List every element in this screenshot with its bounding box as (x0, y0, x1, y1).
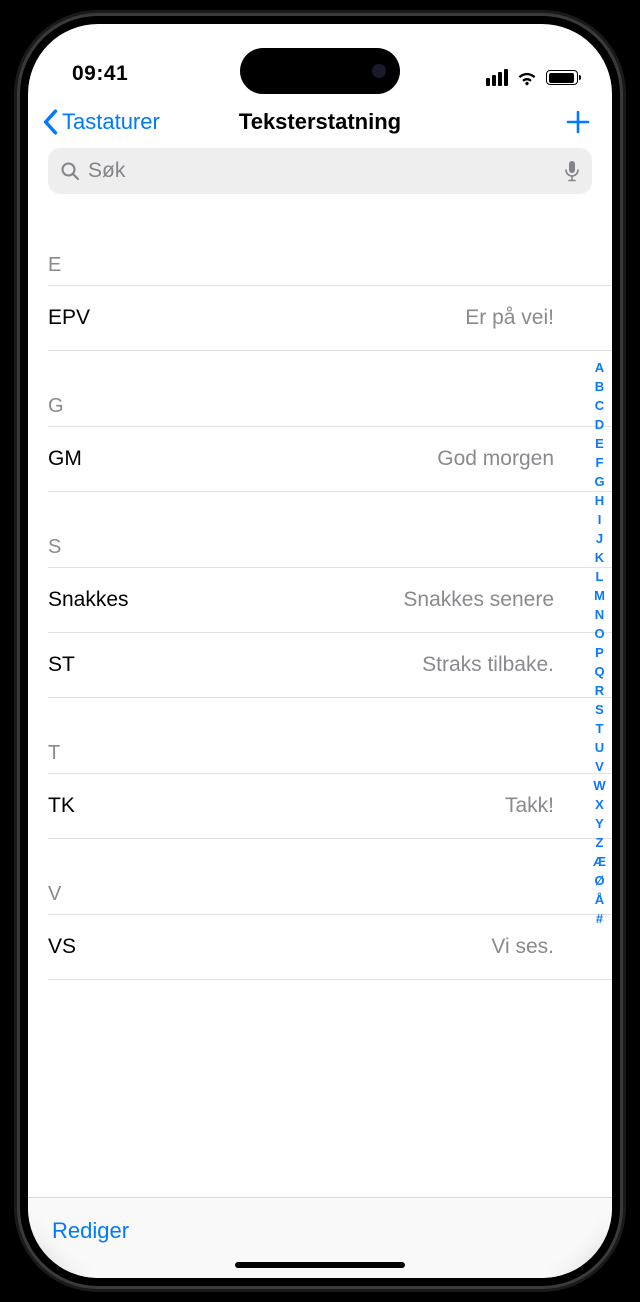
dynamic-island (240, 48, 400, 94)
section-header: G (48, 351, 612, 427)
edit-button[interactable]: Rediger (52, 1218, 129, 1243)
index-letter[interactable]: R (595, 681, 604, 700)
phrase-text: Er på vei! (465, 306, 554, 330)
phrase-text: Snakkes senere (403, 588, 554, 612)
content: EEPVEr på vei!GGMGod morgenSSnakkesSnakk… (28, 198, 612, 1197)
index-letter[interactable]: N (595, 605, 604, 624)
chevron-left-icon (42, 109, 58, 135)
status-time: 09:41 (72, 62, 128, 86)
dictate-button[interactable] (564, 160, 580, 182)
list-item[interactable]: VS Vi ses. (48, 915, 612, 980)
section-header: V (48, 839, 612, 915)
plus-icon (564, 108, 592, 136)
index-letter[interactable]: I (598, 510, 602, 529)
index-letter[interactable]: D (595, 415, 604, 434)
index-letter[interactable]: Q (594, 662, 604, 681)
home-indicator[interactable] (235, 1262, 405, 1268)
list-item[interactable]: TK Takk! (48, 774, 612, 839)
search-icon (60, 161, 80, 181)
index-letter[interactable]: T (596, 719, 604, 738)
shortcut-text: EPV (48, 306, 90, 330)
index-letter[interactable]: K (595, 548, 604, 567)
phrase-text: Takk! (505, 794, 554, 818)
wifi-icon (516, 70, 538, 86)
list-item[interactable]: EPV Er på vei! (48, 286, 612, 351)
index-letter[interactable]: V (595, 757, 604, 776)
index-letter[interactable]: A (595, 358, 604, 377)
list-item[interactable]: GM God morgen (48, 427, 612, 492)
shortcut-text: ST (48, 653, 75, 677)
status-icons (486, 69, 578, 86)
index-letter[interactable]: H (595, 491, 604, 510)
back-button[interactable]: Tastaturer (42, 109, 160, 135)
index-letter[interactable]: S (595, 700, 604, 719)
add-button[interactable] (564, 108, 592, 136)
cellular-icon (486, 69, 508, 86)
index-letter[interactable]: W (593, 776, 605, 795)
index-letter[interactable]: G (594, 472, 604, 491)
shortcut-text: Snakkes (48, 588, 129, 612)
phrase-text: Straks tilbake. (422, 653, 554, 677)
shortcut-text: VS (48, 935, 76, 959)
index-letter[interactable]: # (596, 909, 603, 928)
index-letter[interactable]: U (595, 738, 604, 757)
list-item[interactable]: Snakkes Snakkes senere (48, 568, 612, 633)
back-label: Tastaturer (62, 109, 160, 135)
index-letter[interactable]: Z (596, 833, 604, 852)
battery-icon (546, 70, 578, 85)
index-letter[interactable]: Y (595, 814, 604, 833)
search-input[interactable]: Søk (48, 148, 592, 194)
index-letter[interactable]: B (595, 377, 604, 396)
section-header: S (48, 492, 612, 568)
index-letter[interactable]: P (595, 643, 604, 662)
text-replacement-list[interactable]: EEPVEr på vei!GGMGod morgenSSnakkesSnakk… (28, 198, 612, 1197)
index-letter[interactable]: Ø (594, 871, 604, 890)
section-header: T (48, 698, 612, 774)
screen: 09:41 Tastaturer Teksterst (28, 24, 612, 1278)
phrase-text: God morgen (437, 447, 554, 471)
microphone-icon (564, 160, 580, 182)
nav-bar: Tastaturer Teksterstatning (28, 88, 612, 148)
index-letter[interactable]: Å (595, 890, 604, 909)
search-container: Søk (28, 148, 612, 198)
index-letter[interactable]: E (595, 434, 604, 453)
index-letter[interactable]: C (595, 396, 604, 415)
index-letter[interactable]: F (596, 453, 604, 472)
index-letter[interactable]: M (594, 586, 605, 605)
list-item[interactable]: ST Straks tilbake. (48, 633, 612, 698)
device-frame: 09:41 Tastaturer Teksterst (20, 16, 620, 1286)
search-placeholder: Søk (88, 159, 556, 183)
phrase-text: Vi ses. (491, 935, 554, 959)
index-letter[interactable]: J (596, 529, 603, 548)
index-letter[interactable]: Æ (593, 852, 606, 871)
index-letter[interactable]: X (595, 795, 604, 814)
index-letter[interactable]: L (596, 567, 604, 586)
section-header: E (48, 198, 612, 286)
shortcut-text: GM (48, 447, 82, 471)
section-index[interactable]: ABCDEFGHIJKLMNOPQRSTUVWXYZÆØÅ# (593, 358, 606, 928)
index-letter[interactable]: O (594, 624, 604, 643)
shortcut-text: TK (48, 794, 75, 818)
